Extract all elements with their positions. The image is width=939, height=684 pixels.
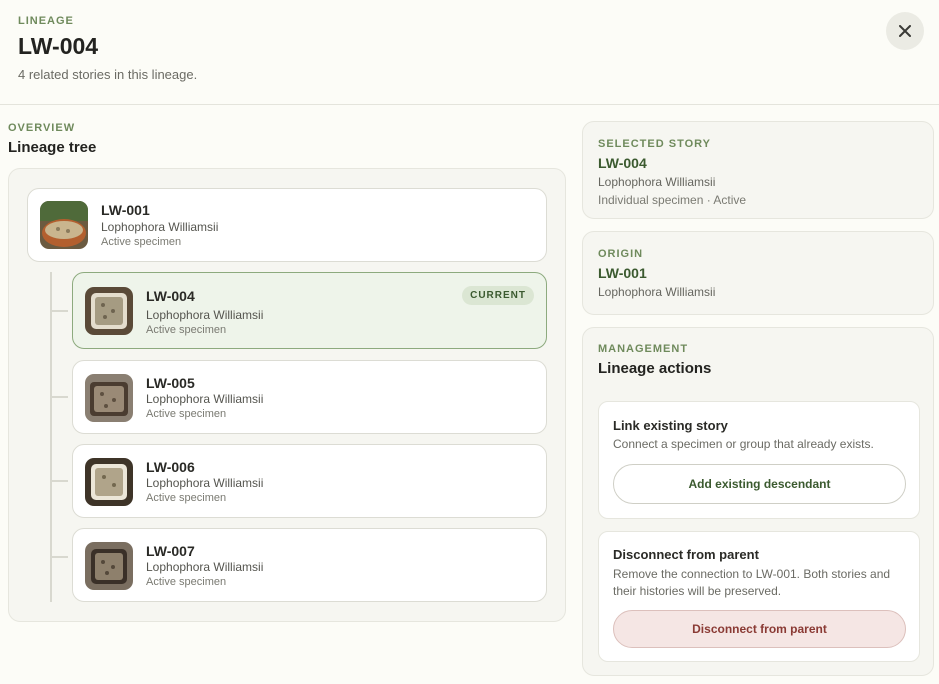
origin-card[interactable]: ORIGIN LW-001 Lophophora Williamsii (582, 231, 934, 315)
selected-id: LW-004 (598, 155, 647, 171)
node-species: Lophophora Williamsii (146, 476, 264, 490)
disconnect-title: Disconnect from parent (613, 547, 759, 562)
link-existing-section: Link existing story Connect a specimen o… (598, 401, 920, 519)
node-status: Active specimen (146, 324, 227, 336)
management-card: MANAGEMENT Lineage actions Link existing… (582, 327, 934, 676)
selected-eyebrow: SELECTED STORY (598, 138, 712, 150)
tree-branch (50, 480, 68, 482)
node-id: LW-005 (146, 375, 195, 391)
node-id: LW-006 (146, 459, 195, 475)
disconnect-section: Disconnect from parent Remove the connec… (598, 531, 920, 662)
specimen-thumbnail (40, 201, 88, 249)
page-subtitle: 4 related stories in this lineage. (18, 67, 198, 82)
management-eyebrow: MANAGEMENT (598, 343, 689, 355)
tree-node-current[interactable]: LW-004 Lophophora Williamsii Active spec… (72, 272, 547, 349)
link-title: Link existing story (613, 418, 728, 433)
current-badge: CURRENT (462, 286, 534, 305)
selected-story-card: SELECTED STORY LW-004 Lophophora William… (582, 121, 934, 219)
node-species: Lophophora Williamsii (146, 560, 264, 574)
tree-node[interactable]: LW-006 Lophophora Williamsii Active spec… (72, 444, 547, 518)
specimen-thumbnail (85, 287, 133, 335)
node-species: Lophophora Williamsii (101, 220, 219, 234)
header-eyebrow: LINEAGE (18, 15, 74, 27)
specimen-thumbnail (85, 458, 133, 506)
disconnect-from-parent-button[interactable]: Disconnect from parent (613, 610, 906, 648)
page-title: LW-004 (18, 33, 99, 59)
origin-species: Lophophora Williamsii (598, 285, 716, 299)
node-species: Lophophora Williamsii (146, 308, 264, 322)
management-title: Lineage actions (598, 360, 712, 377)
tree-connector-line (50, 272, 52, 602)
selected-species: Lophophora Williamsii (598, 175, 716, 189)
node-id: LW-004 (146, 288, 195, 304)
node-status: Active specimen (101, 236, 182, 248)
disconnect-desc: Remove the connection to LW-001. Both st… (613, 567, 891, 598)
origin-eyebrow: ORIGIN (598, 248, 644, 260)
node-status: Active specimen (146, 408, 227, 420)
tree-branch (50, 396, 68, 398)
node-status: Active specimen (146, 492, 227, 504)
specimen-thumbnail (85, 542, 133, 590)
node-status: Active specimen (146, 576, 227, 588)
tree-node[interactable]: LW-005 Lophophora Williamsii Active spec… (72, 360, 547, 434)
add-existing-descendant-button[interactable]: Add existing descendant (613, 464, 906, 504)
overview-eyebrow: OVERVIEW (8, 122, 76, 134)
specimen-thumbnail (85, 374, 133, 422)
close-icon (899, 25, 911, 37)
tree-branch (50, 556, 68, 558)
node-species: Lophophora Williamsii (146, 392, 264, 406)
link-desc: Connect a specimen or group that already… (613, 437, 874, 451)
tree-branch (50, 310, 68, 312)
node-id: LW-007 (146, 543, 195, 559)
modal-header: LINEAGE LW-004 4 related stories in this… (0, 0, 939, 105)
tree-node-root[interactable]: LW-001 Lophophora Williamsii Active spec… (27, 188, 547, 262)
close-button[interactable] (886, 12, 924, 50)
tree-node[interactable]: LW-007 Lophophora Williamsii Active spec… (72, 528, 547, 602)
node-id: LW-001 (101, 202, 150, 218)
selected-meta: Individual specimen · Active (598, 193, 747, 207)
origin-id: LW-001 (598, 265, 647, 281)
overview-title: Lineage tree (8, 139, 97, 156)
